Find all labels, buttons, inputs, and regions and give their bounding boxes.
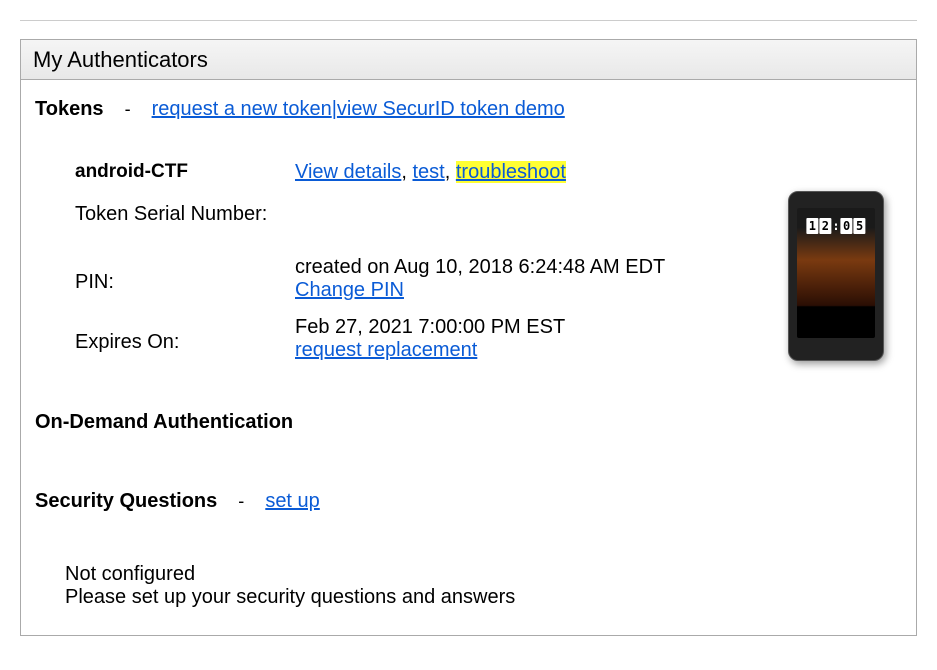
expires-value-cell: Feb 27, 2021 7:00:00 PM EST request repl… (295, 316, 702, 362)
serial-label: Token Serial Number: (35, 190, 295, 238)
my-authenticators-panel: My Authenticators Tokens - request a new… (20, 39, 917, 636)
clock-min-1: 0 (841, 218, 853, 234)
sq-not-configured: Not configured (65, 563, 902, 586)
expires-label: Expires On: (35, 316, 295, 368)
token-name: android-CTF (75, 161, 295, 183)
expires-row: Expires On: Feb 27, 2021 7:00:00 PM EST … (35, 316, 702, 368)
pin-row: PIN: created on Aug 10, 2018 6:24:48 AM … (35, 256, 702, 308)
comma: , (401, 161, 412, 183)
comma: , (445, 161, 456, 183)
phone-image: 1 2 : 0 5 (788, 191, 884, 361)
security-questions-section: Security Questions - set up (35, 490, 902, 513)
clock-hour-1: 1 (806, 218, 818, 234)
change-pin-link[interactable]: Change PIN (295, 279, 404, 301)
divider (20, 20, 917, 21)
pin-value-cell: created on Aug 10, 2018 6:24:48 AM EDT C… (295, 256, 702, 302)
clock-min-2: 5 (854, 218, 866, 234)
expires-value: Feb 27, 2021 7:00:00 PM EST (295, 316, 702, 339)
pin-created: created on Aug 10, 2018 6:24:48 AM EDT (295, 256, 702, 279)
serial-row: Token Serial Number: (35, 190, 702, 238)
dash: - (228, 491, 254, 511)
request-replacement-link[interactable]: request replacement (295, 339, 477, 361)
sq-subtext: Not configured Please set up your securi… (65, 563, 902, 609)
token-actions: View details, test, troubleshoot (295, 161, 702, 184)
view-demo-link[interactable]: view SecurID token demo (337, 98, 565, 120)
tokens-section-header: Tokens - request a new token|view SecurI… (35, 98, 902, 121)
panel-body: Tokens - request a new token|view SecurI… (21, 80, 916, 635)
oda-heading: On-Demand Authentication (35, 411, 293, 433)
request-new-token-link[interactable]: request a new token (152, 98, 332, 120)
setup-sq-link[interactable]: set up (265, 490, 319, 512)
clock-hour-2: 2 (819, 218, 831, 234)
sq-heading: Security Questions (35, 490, 217, 512)
phone-screen: 1 2 : 0 5 (797, 208, 875, 338)
sq-prompt: Please set up your security questions an… (65, 586, 902, 609)
test-link[interactable]: test (412, 161, 444, 183)
view-details-link[interactable]: View details (295, 161, 401, 183)
dash: - (115, 99, 141, 119)
tokens-heading: Tokens (35, 98, 104, 120)
phone-clock: 1 2 : 0 5 (806, 218, 865, 234)
panel-title: My Authenticators (21, 40, 916, 80)
oda-section: On-Demand Authentication (35, 411, 902, 434)
token-details-area: 1 2 : 0 5 android-CTF View details, test… (35, 161, 902, 381)
token-name-row: android-CTF View details, test, troubles… (35, 161, 702, 184)
troubleshoot-link[interactable]: troubleshoot (456, 161, 566, 183)
pin-label: PIN: (35, 256, 295, 308)
clock-colon: : (832, 218, 839, 234)
